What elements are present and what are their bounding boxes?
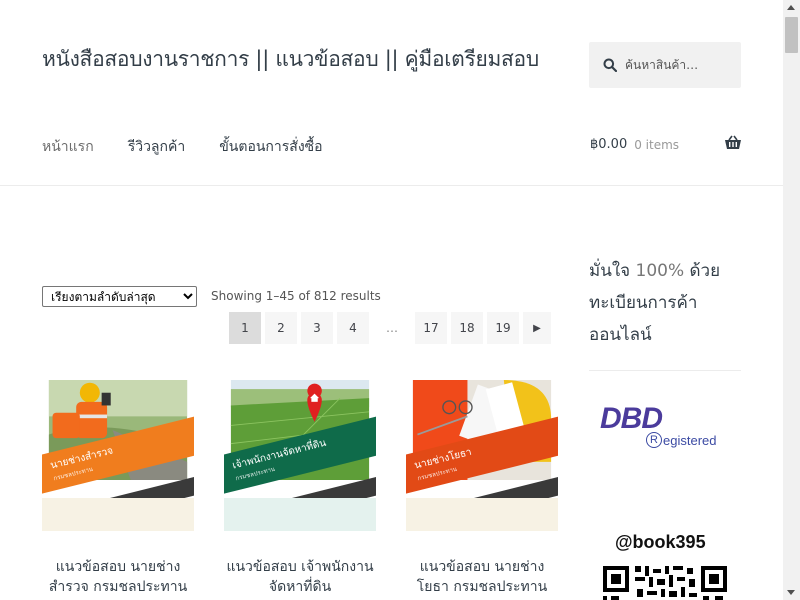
product-image[interactable]: นายช่างสำรวจ กรมชลประทาน bbox=[42, 380, 194, 531]
page-4[interactable]: 4 bbox=[337, 312, 369, 344]
sidebar-heading-pre: มั่นใจ bbox=[589, 261, 631, 281]
product-card[interactable]: เจ้าพนักงานจัดหาที่ดิน กรมชลประทาน แนวข้… bbox=[224, 380, 376, 597]
line-id: @book395 bbox=[615, 532, 706, 552]
product-grid: นายช่างสำรวจ กรมชลประทาน แนวข้อสอบ นายช่… bbox=[42, 380, 558, 597]
page-1[interactable]: 1 bbox=[229, 312, 261, 344]
pagination: 1 2 3 4 … 17 18 19 ▶ bbox=[229, 312, 551, 344]
dbd-logo-text: DBD bbox=[600, 402, 663, 435]
cart-count: 0 items bbox=[634, 137, 680, 152]
scroll-down-arrow-icon[interactable] bbox=[787, 590, 795, 595]
search-icon bbox=[603, 58, 617, 72]
nav-item-reviews[interactable]: รีวิวลูกค้า bbox=[128, 136, 186, 158]
page-ellipsis: … bbox=[386, 321, 398, 335]
basket-icon[interactable] bbox=[724, 135, 742, 151]
scrollbar-thumb[interactable] bbox=[785, 17, 798, 53]
site-title[interactable]: หนังสือสอบงานราชการ || แนวข้อสอบ || คู่ม… bbox=[42, 43, 539, 76]
result-count: Showing 1–45 of 812 results bbox=[211, 289, 381, 303]
page-18[interactable]: 18 bbox=[451, 312, 483, 344]
product-image[interactable]: เจ้าพนักงานจัดหาที่ดิน กรมชลประทาน bbox=[224, 380, 376, 531]
product-search[interactable] bbox=[589, 42, 741, 88]
line-qr-code[interactable] bbox=[603, 563, 727, 600]
registered-circle-icon: R bbox=[646, 432, 662, 448]
page-2[interactable]: 2 bbox=[265, 312, 297, 344]
product-title[interactable]: แนวข้อสอบ นายช่างสำรวจ กรมชลประทาน bbox=[42, 557, 194, 597]
header-divider bbox=[0, 185, 783, 186]
page-3[interactable]: 3 bbox=[301, 312, 333, 344]
registered-text: egistered bbox=[663, 432, 717, 448]
sidebar-divider bbox=[589, 370, 741, 371]
dbd-registered-logo[interactable]: DBD R egistered bbox=[600, 402, 716, 448]
product-title[interactable]: แนวข้อสอบ เจ้าพนักงานจัดหาที่ดิน bbox=[224, 557, 376, 597]
product-card[interactable]: นายช่างสำรวจ กรมชลประทาน แนวข้อสอบ นายช่… bbox=[42, 380, 194, 597]
sidebar-heading-percent: 100% bbox=[635, 261, 685, 281]
page-17[interactable]: 17 bbox=[415, 312, 447, 344]
product-card[interactable]: นายช่างโยธา กรมชลประทาน แนวข้อสอบ นายช่า… bbox=[406, 380, 558, 597]
product-title[interactable]: แนวข้อสอบ นายช่างโยธา กรมชลประทาน bbox=[406, 557, 558, 597]
sidebar-heading: มั่นใจ 100% ด้วยทะเบียนการค้าออนไลน์ bbox=[589, 255, 749, 351]
page-19[interactable]: 19 bbox=[487, 312, 519, 344]
sort-order-select[interactable]: เรียงตามลำดับล่าสุด bbox=[42, 286, 197, 307]
primary-navigation: หน้าแรก รีวิวลูกค้า ขั้นตอนการสั่งซื้อ bbox=[42, 136, 357, 158]
cover-bottom bbox=[42, 498, 194, 531]
header-cart[interactable]: ฿0.00 0 items bbox=[590, 135, 742, 152]
cart-amount: ฿0.00 bbox=[590, 137, 628, 152]
cover-bottom bbox=[224, 498, 376, 531]
vertical-scrollbar[interactable] bbox=[783, 0, 800, 600]
next-page-arrow-icon[interactable]: ▶ bbox=[523, 312, 551, 344]
dbd-registered-mark: R egistered bbox=[646, 432, 716, 448]
search-input[interactable] bbox=[625, 58, 735, 72]
scroll-up-arrow-icon[interactable] bbox=[787, 5, 795, 10]
cover-bottom bbox=[406, 498, 558, 531]
product-image[interactable]: นายช่างโยธา กรมชลประทาน bbox=[406, 380, 558, 531]
nav-item-home[interactable]: หน้าแรก bbox=[42, 136, 94, 158]
nav-item-how-to-order[interactable]: ขั้นตอนการสั่งซื้อ bbox=[219, 136, 322, 158]
